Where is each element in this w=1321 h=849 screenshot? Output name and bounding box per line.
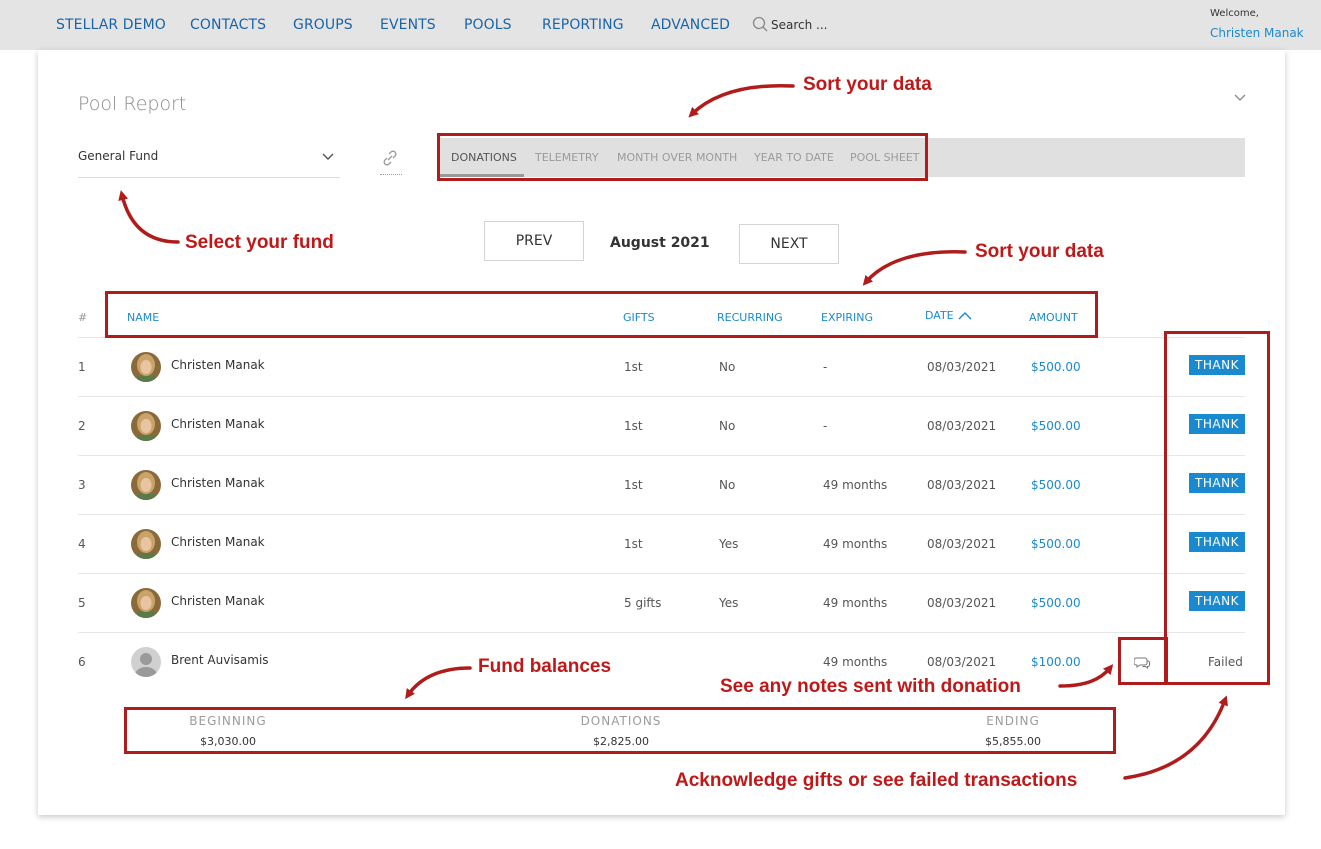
chevron-down-icon [322, 153, 334, 160]
avatar [131, 411, 161, 441]
gifts-cell: 1st [624, 478, 643, 492]
nav-stellar-demo[interactable]: STELLAR DEMO [56, 17, 166, 33]
row-divider [78, 632, 1245, 633]
prev-button[interactable]: PREV [484, 221, 584, 261]
fund-select[interactable]: General Fund [78, 149, 340, 178]
donor-name[interactable]: Christen Manak [171, 476, 265, 490]
recurring-cell: No [719, 419, 736, 433]
annotation-box-tabs [437, 133, 928, 181]
recurring-cell: Yes [719, 596, 739, 610]
expiring-cell: - [823, 419, 828, 433]
amount-cell[interactable]: $500.00 [1031, 537, 1081, 551]
date-cell: 08/03/2021 [927, 655, 997, 669]
avatar [131, 529, 161, 559]
gifts-cell: 5 gifts [624, 596, 662, 610]
annotation-fund-balances: Fund balances [478, 656, 612, 677]
annotation-notes: See any notes sent with donation [720, 676, 1021, 697]
annotation-box-notes [1118, 637, 1168, 685]
nav-advanced[interactable]: ADVANCED [651, 17, 730, 33]
row-number: 1 [78, 360, 86, 374]
recurring-cell: Yes [719, 537, 739, 551]
gifts-cell: 1st [624, 537, 643, 551]
row-number: 6 [78, 655, 86, 669]
recurring-cell: No [719, 360, 736, 374]
avatar-placeholder [131, 647, 161, 677]
nav-reporting[interactable]: REPORTING [542, 17, 624, 33]
annotation-sort-top: Sort your data [803, 74, 932, 95]
donor-name[interactable]: Christen Manak [171, 535, 265, 549]
welcome-text: Welcome, [1210, 8, 1259, 19]
recurring-cell: No [719, 478, 736, 492]
next-button[interactable]: NEXT [739, 224, 839, 264]
top-nav-bar: STELLAR DEMO CONTACTS GROUPS EVENTS POOL… [0, 0, 1321, 50]
amount-cell[interactable]: $500.00 [1031, 478, 1081, 492]
header-number: # [78, 311, 88, 324]
nav-events[interactable]: EVENTS [380, 17, 436, 33]
row-divider [78, 396, 1245, 397]
avatar [131, 588, 161, 618]
annotation-acknowledge: Acknowledge gifts or see failed transact… [675, 770, 1078, 791]
donor-name[interactable]: Christen Manak [171, 417, 265, 431]
gifts-cell: 1st [624, 360, 643, 374]
fund-select-value: General Fund [78, 149, 159, 163]
current-month: August 2021 [610, 235, 710, 251]
donor-name[interactable]: Christen Manak [171, 358, 265, 372]
avatar [131, 470, 161, 500]
date-cell: 08/03/2021 [927, 596, 997, 610]
date-cell: 08/03/2021 [927, 360, 997, 374]
row-number: 3 [78, 478, 86, 492]
date-cell: 08/03/2021 [927, 419, 997, 433]
expiring-cell: - [823, 360, 828, 374]
date-cell: 08/03/2021 [927, 478, 997, 492]
row-divider [78, 514, 1245, 515]
link-icon[interactable] [380, 148, 400, 168]
annotation-box-balances [124, 707, 1116, 754]
annotation-select-fund: Select your fund [185, 232, 334, 253]
search-icon [752, 16, 768, 32]
row-number: 5 [78, 596, 86, 610]
row-number: 2 [78, 419, 86, 433]
collapse-chevron-icon[interactable] [1234, 94, 1246, 102]
gifts-cell: 1st [624, 419, 643, 433]
user-name-link[interactable]: Christen Manak [1210, 26, 1304, 40]
row-divider [78, 455, 1245, 456]
nav-groups[interactable]: GROUPS [293, 17, 353, 33]
page-title: Pool Report [78, 93, 187, 115]
annotation-box-actions [1164, 331, 1270, 685]
nav-pools[interactable]: POOLS [464, 17, 512, 33]
amount-cell[interactable]: $500.00 [1031, 419, 1081, 433]
nav-contacts[interactable]: CONTACTS [190, 17, 266, 33]
donor-name[interactable]: Brent Auvisamis [171, 653, 269, 667]
expiring-cell: 49 months [823, 478, 888, 492]
row-divider [78, 573, 1245, 574]
expiring-cell: 49 months [823, 596, 888, 610]
avatar [131, 352, 161, 382]
expiring-cell: 49 months [823, 655, 888, 669]
amount-cell[interactable]: $500.00 [1031, 596, 1081, 610]
donor-name[interactable]: Christen Manak [171, 594, 265, 608]
amount-cell[interactable]: $100.00 [1031, 655, 1081, 669]
expiring-cell: 49 months [823, 537, 888, 551]
search-placeholder: Search ... [771, 18, 828, 32]
link-underline [380, 174, 402, 175]
annotation-box-headers [105, 291, 1098, 338]
date-cell: 08/03/2021 [927, 537, 997, 551]
annotation-sort-table: Sort your data [975, 241, 1104, 262]
amount-cell[interactable]: $500.00 [1031, 360, 1081, 374]
row-number: 4 [78, 537, 86, 551]
